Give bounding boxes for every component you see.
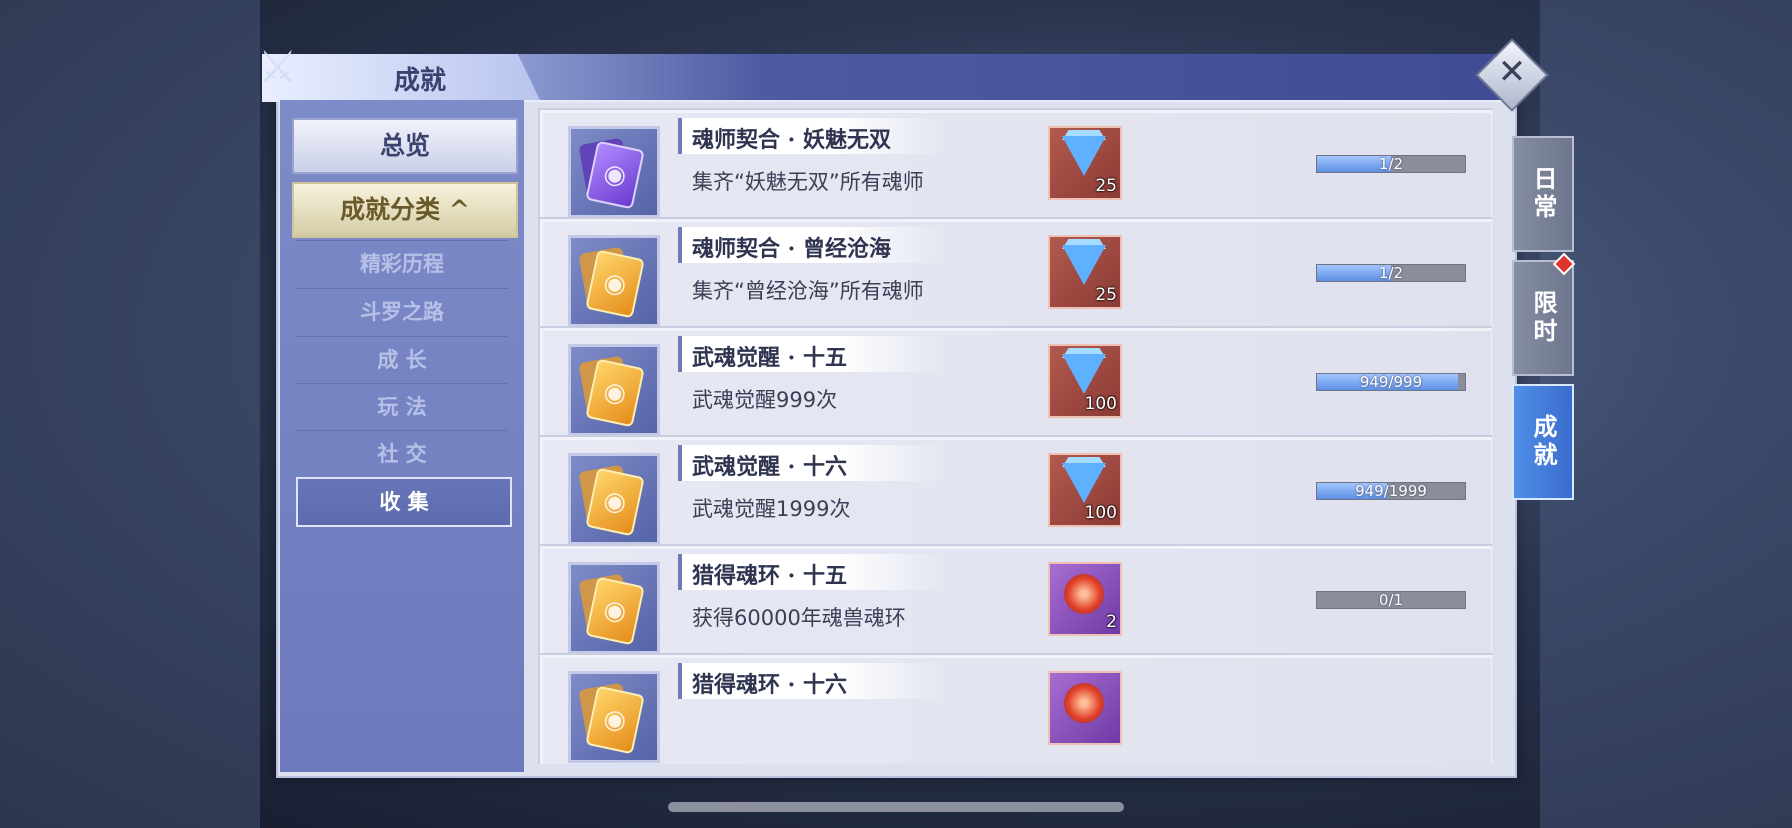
achievement-icon-frame: ◉ [568, 453, 660, 545]
achievement-title: 武魂觉醒 · 十六 [692, 454, 847, 480]
reward-count: 2 [1106, 612, 1117, 632]
progress-bar: 0/1 [1316, 591, 1466, 609]
close-icon[interactable]: ✕ [1486, 46, 1538, 98]
background-right [1540, 0, 1792, 828]
reward-item[interactable]: 2 [1048, 562, 1122, 636]
achievement-row[interactable]: ◉ 魂师契合 · 曾经沧海 集齐“曾经沧海”所有魂师 25 1/2 [538, 217, 1492, 337]
diamond-icon [1062, 245, 1106, 285]
progress-bar: 1/2 [1316, 264, 1466, 282]
progress-bar: 949/1999 [1316, 482, 1466, 500]
progress-bar: 949/999 [1316, 373, 1466, 391]
soul-ring-icon [1064, 574, 1104, 614]
achievement-desc: 武魂觉醒1999次 [692, 497, 851, 521]
progress-text: 0/1 [1378, 591, 1404, 609]
achievement-icon-frame: ◉ [568, 671, 660, 763]
window-title: 成就 [393, 66, 446, 96]
progress-text: 949/999 [1359, 373, 1423, 391]
overview-button[interactable]: 总览 [292, 118, 518, 174]
achievement-icon-frame: ◉ [568, 126, 660, 218]
home-indicator[interactable] [668, 802, 1124, 812]
tab-daily[interactable]: 日常 [1512, 136, 1574, 252]
reward-count: 25 [1095, 285, 1117, 305]
achievement-title: 猎得魂环 · 十六 [692, 672, 847, 698]
sidebar-item-gameplay[interactable]: 玩 法 [296, 383, 508, 430]
achievement-icon-frame: ◉ [568, 344, 660, 436]
background-left [0, 0, 260, 828]
reward-count: 100 [1084, 394, 1117, 414]
achievement-title: 魂师契合 · 曾经沧海 [692, 236, 891, 262]
reward-item[interactable]: 100 [1048, 344, 1122, 418]
achievement-row[interactable]: ◉ 猎得魂环 · 十六 [538, 653, 1492, 764]
category-toggle-button[interactable]: 成就分类 ^ [292, 182, 518, 238]
reward-item[interactable]: 25 [1048, 126, 1122, 200]
achievement-title: 猎得魂环 · 十五 [692, 563, 847, 589]
progress-text: 1/2 [1378, 155, 1404, 173]
tab-limited-time[interactable]: 限时 [1512, 260, 1574, 376]
achievement-title: 武魂觉醒 · 十五 [692, 345, 847, 371]
sidebar-item-social[interactable]: 社 交 [296, 430, 508, 477]
diamond-icon [1062, 354, 1106, 394]
soul-ring-icon [1064, 683, 1104, 723]
achievement-list[interactable]: ◉ 魂师契合 · 妖魅无双 集齐“妖魅无双”所有魂师 25 1/2 ◉ 魂师契合… [538, 108, 1492, 764]
achievement-desc: 武魂觉醒999次 [692, 388, 838, 412]
achievement-desc: 获得60000年魂兽魂环 [692, 606, 906, 630]
diamond-icon [1062, 463, 1106, 503]
achievement-icon-frame: ◉ [568, 235, 660, 327]
sidebar-item-douluo-road[interactable]: 斗罗之路 [296, 288, 508, 335]
sword-icon: ⚔ [258, 42, 298, 93]
progress-text: 1/2 [1378, 264, 1404, 282]
achievement-row[interactable]: ◉ 武魂觉醒 · 十六 武魂觉醒1999次 100 949/1999 [538, 435, 1492, 555]
reward-item[interactable]: 25 [1048, 235, 1122, 309]
achievement-desc: 集齐“曾经沧海”所有魂师 [692, 279, 924, 303]
achievement-row[interactable]: ◉ 魂师契合 · 妖魅无双 集齐“妖魅无双”所有魂师 25 1/2 [538, 108, 1492, 228]
achievement-desc: 集齐“妖魅无双”所有魂师 [692, 170, 924, 194]
tab-achievement[interactable]: 成就 [1512, 384, 1574, 500]
sidebar-item-collection[interactable]: 收 集 [296, 477, 512, 527]
achievement-title: 魂师契合 · 妖魅无双 [692, 127, 891, 153]
progress-text: 949/1999 [1355, 482, 1427, 500]
diamond-icon [1062, 136, 1106, 176]
achievement-icon-frame: ◉ [568, 562, 660, 654]
achievement-row[interactable]: ◉ 猎得魂环 · 十五 获得60000年魂兽魂环 2 0/1 [538, 544, 1492, 664]
reward-count: 100 [1084, 503, 1117, 523]
progress-bar: 1/2 [1316, 155, 1466, 173]
sidebar-item-growth[interactable]: 成 长 [296, 336, 508, 383]
achievement-row[interactable]: ◉ 武魂觉醒 · 十五 武魂觉醒999次 100 949/999 [538, 326, 1492, 446]
reward-item[interactable] [1048, 671, 1122, 745]
reward-count: 25 [1095, 176, 1117, 196]
reward-item[interactable]: 100 [1048, 453, 1122, 527]
sidebar-item-highlights[interactable]: 精彩历程 [296, 240, 508, 287]
